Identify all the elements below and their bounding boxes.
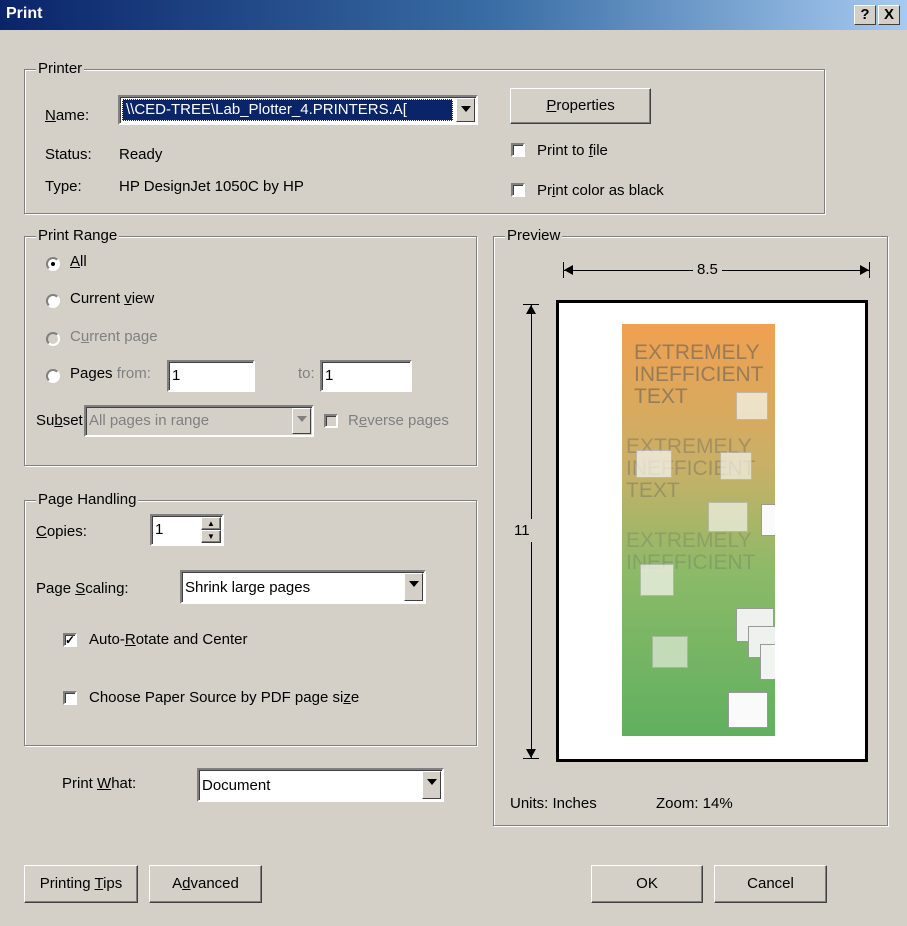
title-bar[interactable] — [0, 0, 907, 30]
thumbnail-screenshot — [760, 644, 775, 680]
current-page-radio[interactable] — [46, 332, 60, 346]
current-page-label: Current page — [70, 328, 158, 345]
thumbnail-screenshot — [652, 636, 688, 668]
arrow-down-icon — [526, 749, 536, 758]
chevron-down-icon[interactable] — [422, 771, 441, 799]
print-color-as-black-checkbox[interactable] — [511, 183, 525, 197]
printer-name-value: \\CED-TREE\Lab_Plotter_4.PRINTERS.A[ — [126, 101, 407, 118]
arrow-left-icon — [564, 265, 573, 275]
poster-line-2: INEFFICIENT — [634, 363, 764, 386]
auto-rotate-checkbox[interactable]: ✓ — [63, 633, 77, 647]
type-value: HP DesignJet 1050C by HP — [119, 178, 304, 195]
thumbnail-screenshot — [636, 450, 672, 478]
help-button[interactable]: ? — [854, 5, 876, 25]
zoom-label: Zoom: 14% — [656, 795, 733, 812]
to-label: to: — [298, 365, 315, 382]
name-label: Name: — [45, 107, 90, 124]
arrow-up-icon — [526, 305, 536, 314]
arrow-right-icon — [860, 265, 869, 275]
thumbnail-screenshot — [736, 392, 768, 420]
auto-rotate-label: Auto-Rotate and Center — [89, 631, 248, 648]
close-button[interactable]: X — [878, 5, 900, 25]
subset-value: All pages in range — [89, 412, 210, 429]
width-label: 8.5 — [693, 261, 722, 278]
current-view-radio[interactable] — [46, 294, 60, 308]
width-ruler-tick-right — [869, 262, 870, 278]
paper-source-label: Choose Paper Source by PDF page size — [89, 689, 360, 706]
pages-to-value: 1 — [325, 367, 334, 384]
subset-label: Subset: — [36, 412, 87, 429]
pages-from-input[interactable]: 1 — [167, 360, 255, 392]
print-what-dropdown[interactable]: Document — [197, 768, 444, 802]
type-label: Type: — [45, 178, 82, 195]
properties-button[interactable]: Properties — [510, 88, 651, 124]
from-label: from: — [116, 365, 151, 382]
poster-line-1: EXTREMELY — [634, 341, 760, 364]
ok-button[interactable]: OK — [591, 865, 703, 903]
reverse-pages-label: Reverse pages — [348, 412, 449, 429]
paper-source-checkbox[interactable] — [63, 691, 77, 705]
reverse-pages-checkbox[interactable] — [324, 414, 338, 428]
printer-legend: Printer — [36, 60, 85, 77]
page-scaling-label: Page Scaling: — [36, 580, 129, 597]
current-view-label: Current view — [70, 290, 155, 307]
all-label: All — [70, 253, 87, 270]
copies-value: 1 — [155, 521, 164, 538]
print-to-file-label: Print to file — [537, 142, 608, 159]
pages-from-value: 1 — [172, 367, 181, 384]
pages-label: Pages from: — [70, 365, 151, 382]
poster-thumbnail: EXTREMELY INEFFICIENT TEXT EXTREMELY INE… — [622, 324, 775, 736]
copies-down-button[interactable]: ▼ — [201, 530, 221, 543]
advanced-button[interactable]: Advanced — [149, 865, 262, 903]
window-title: Print — [6, 5, 43, 22]
all-radio[interactable] — [46, 257, 60, 271]
poster-echo2-line-1: EXTREMELY — [626, 529, 752, 552]
chevron-down-icon[interactable] — [292, 408, 311, 434]
cancel-button[interactable]: Cancel — [714, 865, 827, 903]
copies-stepper[interactable]: 1 ▲ ▼ — [150, 514, 224, 546]
thumbnail-screenshot — [640, 564, 674, 596]
status-label: Status: — [45, 146, 92, 163]
print-color-as-black-label: Print color as black — [537, 182, 664, 199]
page-scaling-value: Shrink large pages — [185, 579, 311, 596]
copies-label: Copies: — [36, 523, 87, 540]
copies-up-button[interactable]: ▲ — [201, 517, 221, 530]
preview-legend: Preview — [505, 227, 563, 244]
print-what-value: Document — [202, 777, 271, 794]
status-value: Ready — [119, 146, 163, 163]
thumbnail-screenshot — [761, 504, 775, 536]
print-range-legend: Print Range — [36, 227, 120, 244]
print-to-file-checkbox[interactable] — [511, 143, 525, 157]
printer-name-dropdown[interactable]: \\CED-TREE\Lab_Plotter_4.PRINTERS.A[ — [118, 95, 478, 125]
printing-tips-button[interactable]: Printing Tips — [24, 865, 138, 903]
height-label: 11 — [512, 519, 532, 542]
pages-to-input[interactable]: 1 — [320, 360, 412, 392]
subset-dropdown[interactable]: All pages in range — [84, 405, 314, 437]
page-handling-group — [24, 500, 477, 746]
poster-echo-line-3: TEXT — [626, 479, 680, 502]
page-handling-legend: Page Handling — [36, 491, 139, 508]
thumbnail-screenshot — [708, 502, 748, 532]
thumbnail-screenshot — [720, 452, 752, 480]
chevron-down-icon[interactable] — [404, 573, 423, 601]
page-scaling-dropdown[interactable]: Shrink large pages — [180, 570, 426, 604]
height-ruler-tick-bottom — [523, 758, 539, 759]
print-what-label: Print What: — [62, 775, 137, 792]
thumbnail-screenshot — [728, 692, 768, 728]
chevron-down-icon[interactable] — [456, 98, 475, 122]
pages-radio[interactable] — [46, 369, 60, 383]
units-label: Units: Inches — [510, 795, 597, 812]
